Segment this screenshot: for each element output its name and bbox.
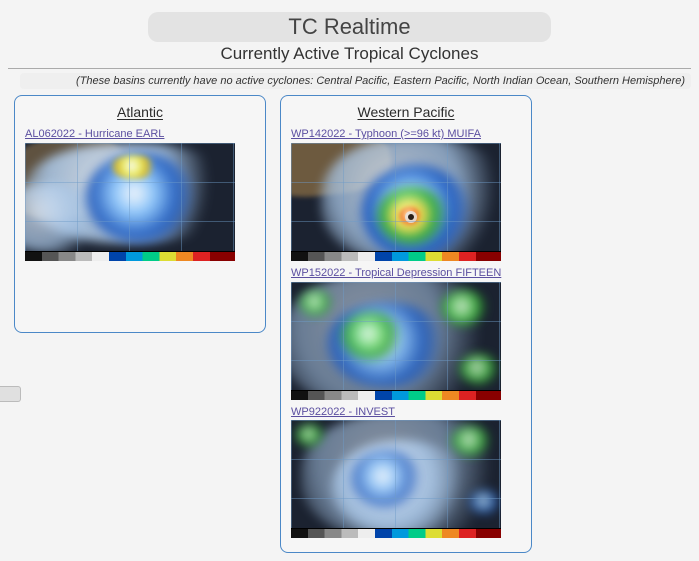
basin-panel-wpac: Western Pacific WP142022 - Typhoon (>=96… — [280, 95, 532, 553]
title-banner: TC Realtime — [8, 12, 691, 42]
divider — [8, 68, 691, 69]
sat-thumb-invest92[interactable] — [291, 420, 501, 538]
basin-columns: Atlantic AL062022 - Hurricane EARL Weste… — [8, 95, 691, 553]
basin-header-wpac: Western Pacific — [291, 104, 521, 120]
sat-thumb-muifa[interactable] — [291, 143, 501, 261]
page-title: TC Realtime — [148, 12, 550, 42]
basin-header-atlantic: Atlantic — [25, 104, 255, 120]
storm-link-muifa[interactable]: WP142022 - Typhoon (>=96 kt) MUIFA — [291, 128, 521, 142]
side-tab-icon[interactable] — [0, 386, 21, 402]
sat-thumb-earl[interactable] — [25, 143, 235, 261]
sat-thumb-fifteen[interactable] — [291, 282, 501, 400]
inactive-basins-note: (These basins currently have no active c… — [20, 73, 691, 89]
page-subtitle: Currently Active Tropical Cyclones — [8, 44, 691, 64]
basin-panel-atlantic: Atlantic AL062022 - Hurricane EARL — [14, 95, 266, 333]
storm-link-invest92[interactable]: WP922022 - INVEST — [291, 406, 521, 420]
storm-link-earl[interactable]: AL062022 - Hurricane EARL — [25, 128, 255, 142]
storm-link-fifteen[interactable]: WP152022 - Tropical Depression FIFTEEN — [291, 267, 521, 281]
